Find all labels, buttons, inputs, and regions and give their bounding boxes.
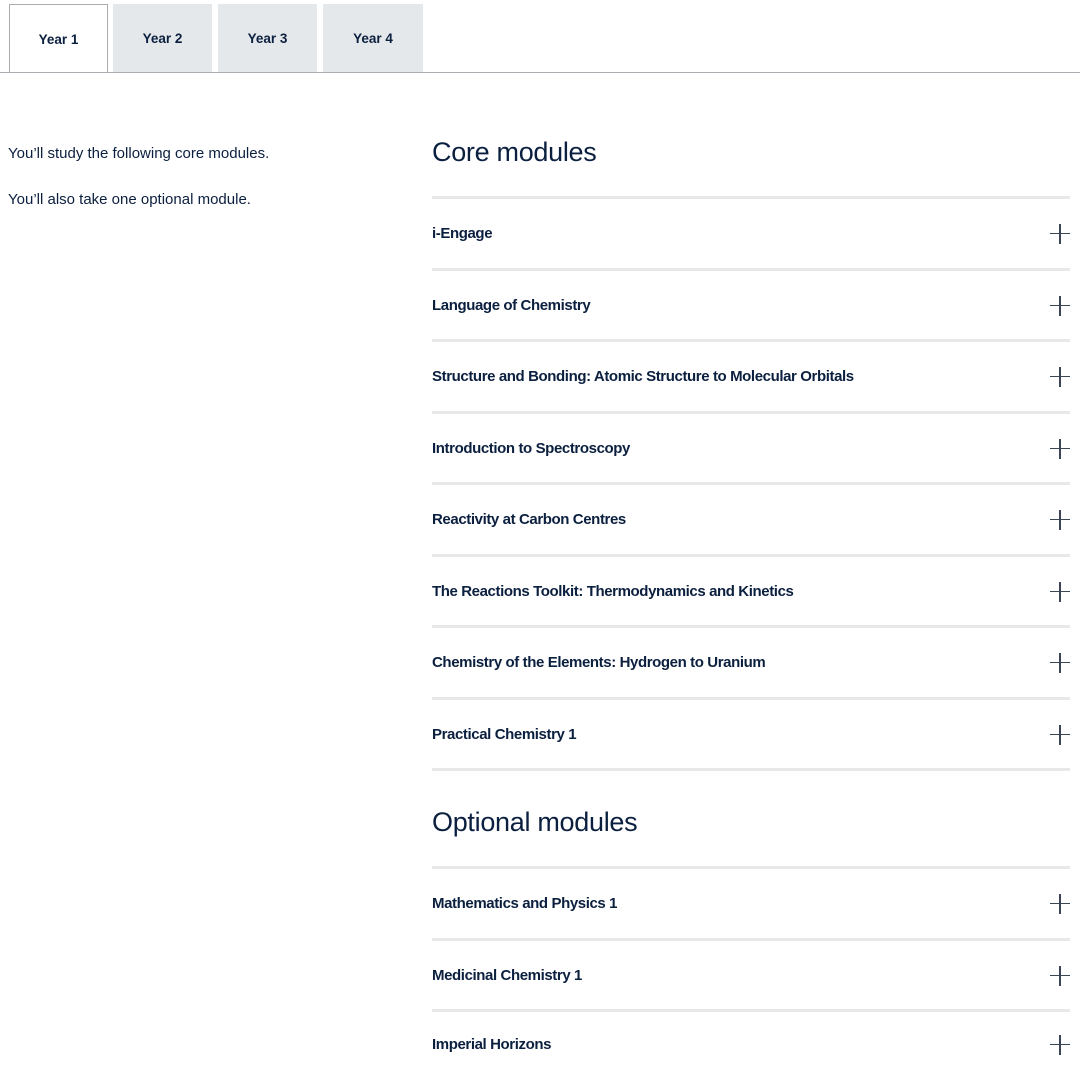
accordion-divider: [432, 768, 1070, 771]
accordion-item-mathematics-and-physics-1[interactable]: Mathematics and Physics 1: [432, 866, 1070, 938]
accordion-item-medicinal-chemistry-1[interactable]: Medicinal Chemistry 1: [432, 938, 1070, 1010]
plus-icon[interactable]: [1050, 724, 1070, 745]
intro-optional-text: You’ll also take one optional module.: [8, 191, 251, 208]
plus-icon[interactable]: [1050, 438, 1070, 459]
plus-icon[interactable]: [1050, 581, 1070, 602]
plus-icon[interactable]: [1050, 893, 1070, 914]
accordion-item-label: Chemistry of the Elements: Hydrogen to U…: [432, 654, 766, 671]
tab-year-1[interactable]: Year 1: [9, 4, 108, 73]
accordion-item-practical-chemistry-1[interactable]: Practical Chemistry 1: [432, 697, 1070, 769]
optional-modules-heading: Optional modules: [432, 807, 638, 837]
intro-core-text: You’ll study the following core modules.: [8, 145, 270, 162]
core-modules-heading: Core modules: [432, 137, 597, 167]
accordion-item-label: Reactivity at Carbon Centres: [432, 511, 626, 528]
accordion-item-imperial-horizons[interactable]: Imperial Horizons: [432, 1009, 1070, 1077]
tabs-divider: [0, 72, 1080, 73]
plus-icon[interactable]: [1050, 509, 1070, 530]
accordion-item-label: i-Engage: [432, 225, 493, 242]
accordion-item-i-engage[interactable]: i-Engage: [432, 196, 1070, 268]
tab-year-4[interactable]: Year 4: [323, 4, 423, 72]
plus-icon[interactable]: [1050, 223, 1070, 244]
plus-icon[interactable]: [1050, 1034, 1070, 1055]
accordion-item-label: Introduction to Spectroscopy: [432, 440, 630, 457]
plus-icon[interactable]: [1050, 366, 1070, 387]
accordion-item-label: The Reactions Toolkit: Thermodynamics an…: [432, 583, 794, 600]
plus-icon[interactable]: [1050, 652, 1070, 673]
plus-icon[interactable]: [1050, 295, 1070, 316]
tab-year-3[interactable]: Year 3: [218, 4, 317, 72]
accordion-item-chemistry-of-the-elements[interactable]: Chemistry of the Elements: Hydrogen to U…: [432, 625, 1070, 697]
accordion-item-label: Mathematics and Physics 1: [432, 895, 618, 912]
accordion-item-label: Medicinal Chemistry 1: [432, 967, 582, 984]
tab-year-2[interactable]: Year 2: [113, 4, 212, 72]
year-tabs: Year 1 Year 2 Year 3 Year 4: [0, 0, 1080, 73]
accordion-item-label: Practical Chemistry 1: [432, 726, 577, 743]
accordion-item-label: Structure and Bonding: Atomic Structure …: [432, 368, 854, 385]
accordion-item-reactivity-at-carbon-centres[interactable]: Reactivity at Carbon Centres: [432, 482, 1070, 554]
accordion-item-language-of-chemistry[interactable]: Language of Chemistry: [432, 268, 1070, 340]
intro-text: You’ll study the following core modules.…: [8, 143, 388, 235]
accordion-item-label: Language of Chemistry: [432, 297, 591, 314]
plus-icon[interactable]: [1050, 965, 1070, 986]
accordion-item-label: Imperial Horizons: [432, 1036, 552, 1053]
accordion-item-reactions-toolkit[interactable]: The Reactions Toolkit: Thermodynamics an…: [432, 554, 1070, 626]
accordion-item-introduction-to-spectroscopy[interactable]: Introduction to Spectroscopy: [432, 411, 1070, 483]
accordion-item-structure-and-bonding[interactable]: Structure and Bonding: Atomic Structure …: [432, 339, 1070, 411]
